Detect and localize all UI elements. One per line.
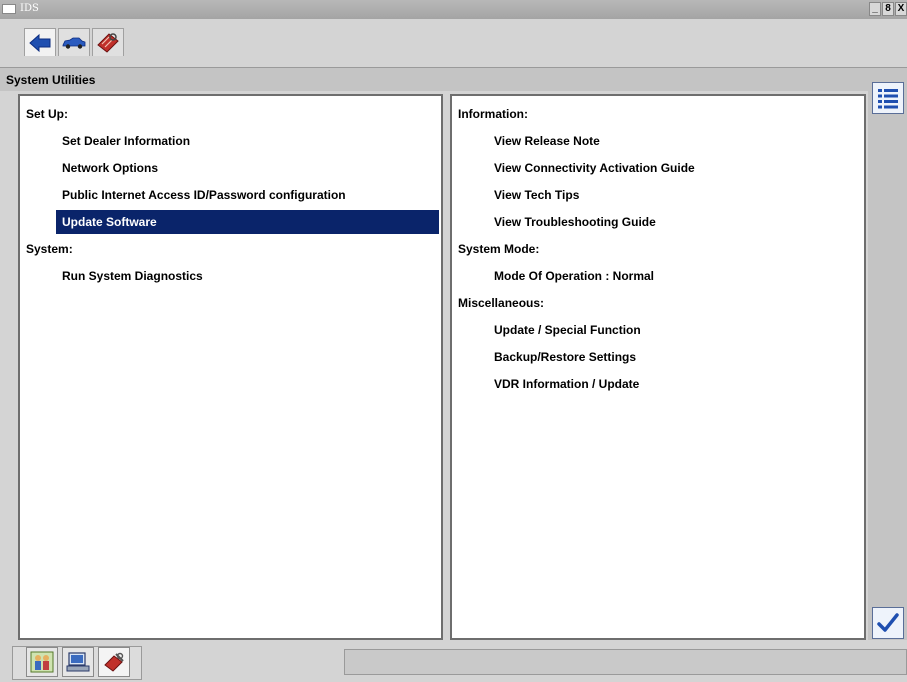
toolbox-button[interactable] (92, 28, 124, 56)
information-panel: Information: View Release Note View Conn… (450, 94, 866, 640)
people-icon (30, 651, 54, 673)
vehicle-button[interactable] (58, 28, 90, 56)
bottom-tab-computer[interactable] (62, 647, 94, 677)
list-view-button[interactable] (872, 82, 904, 114)
category-information: Information: (458, 107, 528, 121)
list-item-backup-restore-settings[interactable]: Backup/Restore Settings (494, 345, 636, 369)
bottom-bar (0, 643, 907, 682)
list-item-view-connectivity-guide[interactable]: View Connectivity Activation Guide (494, 156, 695, 180)
category-setup: Set Up: (26, 107, 68, 121)
page-title: System Utilities (6, 73, 96, 87)
back-arrow-icon (29, 33, 51, 52)
minimize-button[interactable]: _ (869, 2, 881, 16)
list-icon (878, 89, 898, 109)
list-item-view-tech-tips[interactable]: View Tech Tips (494, 183, 579, 207)
toolbar (0, 19, 907, 67)
bottom-tab-people[interactable] (26, 647, 58, 677)
close-button[interactable]: X (895, 2, 907, 16)
status-field (344, 649, 907, 675)
list-item-mode-of-operation[interactable]: Mode Of Operation : Normal (494, 264, 654, 288)
list-item-network-options[interactable]: Network Options (62, 156, 158, 180)
category-system: System: (26, 242, 73, 256)
list-item-view-troubleshooting-guide[interactable]: View Troubleshooting Guide (494, 210, 656, 234)
vehicle-icon (62, 37, 86, 49)
list-item-update-software[interactable]: Update Software (56, 210, 439, 234)
category-system-mode: System Mode: (458, 242, 540, 256)
title-bar: IDS _ 8 X (0, 0, 907, 19)
list-item-public-internet-access[interactable]: Public Internet Access ID/Password confi… (62, 183, 346, 207)
list-item-update-special-function[interactable]: Update / Special Function (494, 318, 641, 342)
computer-icon (66, 652, 90, 672)
window-title: IDS (20, 3, 39, 14)
side-toolbar (868, 80, 907, 640)
back-button[interactable] (24, 28, 56, 56)
category-miscellaneous: Miscellaneous: (458, 296, 545, 310)
checkmark-icon (877, 613, 899, 632)
list-item-run-system-diagnostics[interactable]: Run System Diagnostics (62, 264, 203, 288)
list-item-vdr-information-update[interactable]: VDR Information / Update (494, 372, 639, 396)
app-icon (2, 4, 16, 14)
toolbox-icon (97, 32, 119, 53)
setup-panel: Set Up: Set Dealer Information Network O… (18, 94, 443, 640)
list-item-view-release-note[interactable]: View Release Note (494, 129, 600, 153)
section-header: System Utilities (0, 67, 907, 91)
bottom-tab-tools[interactable] (98, 647, 130, 677)
maximize-button[interactable]: 8 (882, 2, 894, 16)
tools-icon (104, 652, 124, 672)
list-item-set-dealer-information[interactable]: Set Dealer Information (62, 129, 190, 153)
window-controls: _ 8 X (869, 2, 907, 16)
confirm-button[interactable] (872, 607, 904, 639)
